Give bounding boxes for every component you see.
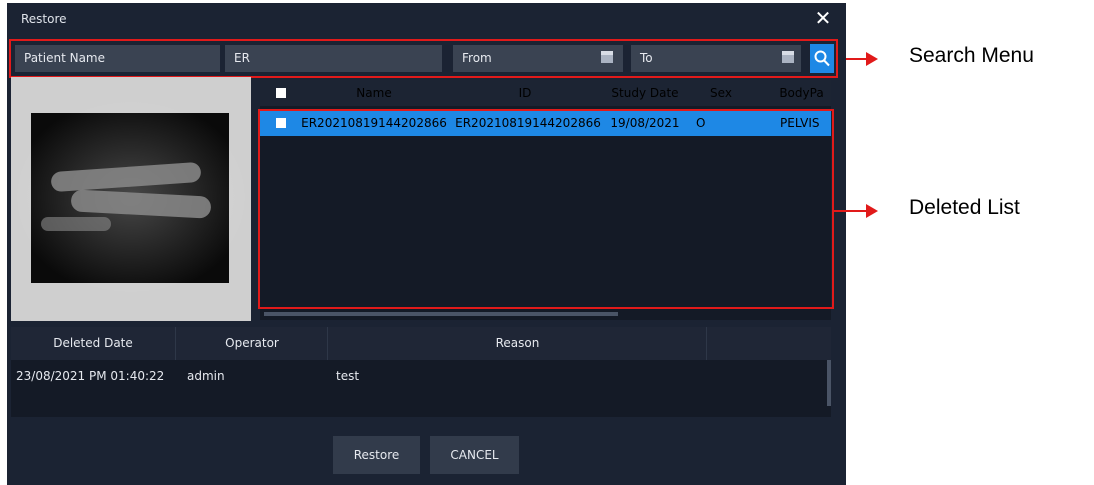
deleted-list-arrow — [834, 210, 866, 212]
column-header-sex[interactable]: Sex — [692, 80, 750, 106]
operator-cell: admin — [187, 369, 225, 383]
xray-shape — [41, 217, 111, 231]
from-date-label: From — [462, 51, 492, 65]
deleted-date-cell: 23/08/2021 PM 01:40:22 — [16, 369, 165, 383]
dialog-title: Restore — [21, 12, 67, 26]
title-bar: Restore ✕ — [7, 3, 846, 35]
cancel-button[interactable]: CANCEL — [430, 436, 519, 474]
vertical-scrollbar[interactable] — [827, 360, 831, 406]
column-header-reason[interactable]: Reason — [329, 327, 707, 360]
column-header-study-date[interactable]: Study Date — [605, 80, 685, 106]
reason-cell: test — [336, 369, 360, 383]
select-all-checkbox[interactable] — [276, 88, 286, 98]
calendar-icon[interactable] — [782, 51, 794, 63]
deleted-info-header: Deleted Date Operator Reason — [11, 327, 831, 360]
column-header-deleted-date[interactable]: Deleted Date — [11, 327, 176, 360]
column-header-bodypart[interactable]: BodyPa — [772, 80, 831, 106]
deleted-info-table: Deleted Date Operator Reason 23/08/2021 … — [11, 327, 831, 417]
search-menu-annotation: Search Menu — [909, 44, 1034, 67]
search-query-input[interactable]: ER — [225, 45, 442, 72]
restore-button[interactable]: Restore — [333, 436, 420, 474]
to-date-field[interactable]: To — [631, 45, 801, 72]
search-menu-arrowhead — [866, 52, 878, 66]
search-icon — [814, 50, 830, 67]
column-header-operator[interactable]: Operator — [177, 327, 328, 360]
close-icon[interactable]: ✕ — [812, 7, 834, 29]
search-button[interactable] — [810, 44, 834, 73]
image-preview — [11, 77, 251, 321]
deleted-list-annotation: Deleted List — [909, 196, 1020, 219]
deleted-list-arrowhead — [866, 204, 878, 218]
patient-name-field[interactable]: Patient Name — [15, 45, 220, 72]
study-table-header: Name ID Study Date Sex BodyPa — [260, 80, 831, 106]
deleted-list-highlight — [258, 109, 834, 309]
from-date-field[interactable]: From — [453, 45, 623, 72]
column-header-name[interactable]: Name — [300, 80, 448, 106]
column-header-id[interactable]: ID — [450, 80, 600, 106]
calendar-icon[interactable] — [601, 51, 613, 63]
horizontal-scrollbar[interactable] — [264, 312, 618, 316]
search-menu-arrow — [846, 58, 868, 60]
to-date-label: To — [640, 51, 653, 65]
search-menu: Patient Name ER From To — [9, 39, 838, 78]
